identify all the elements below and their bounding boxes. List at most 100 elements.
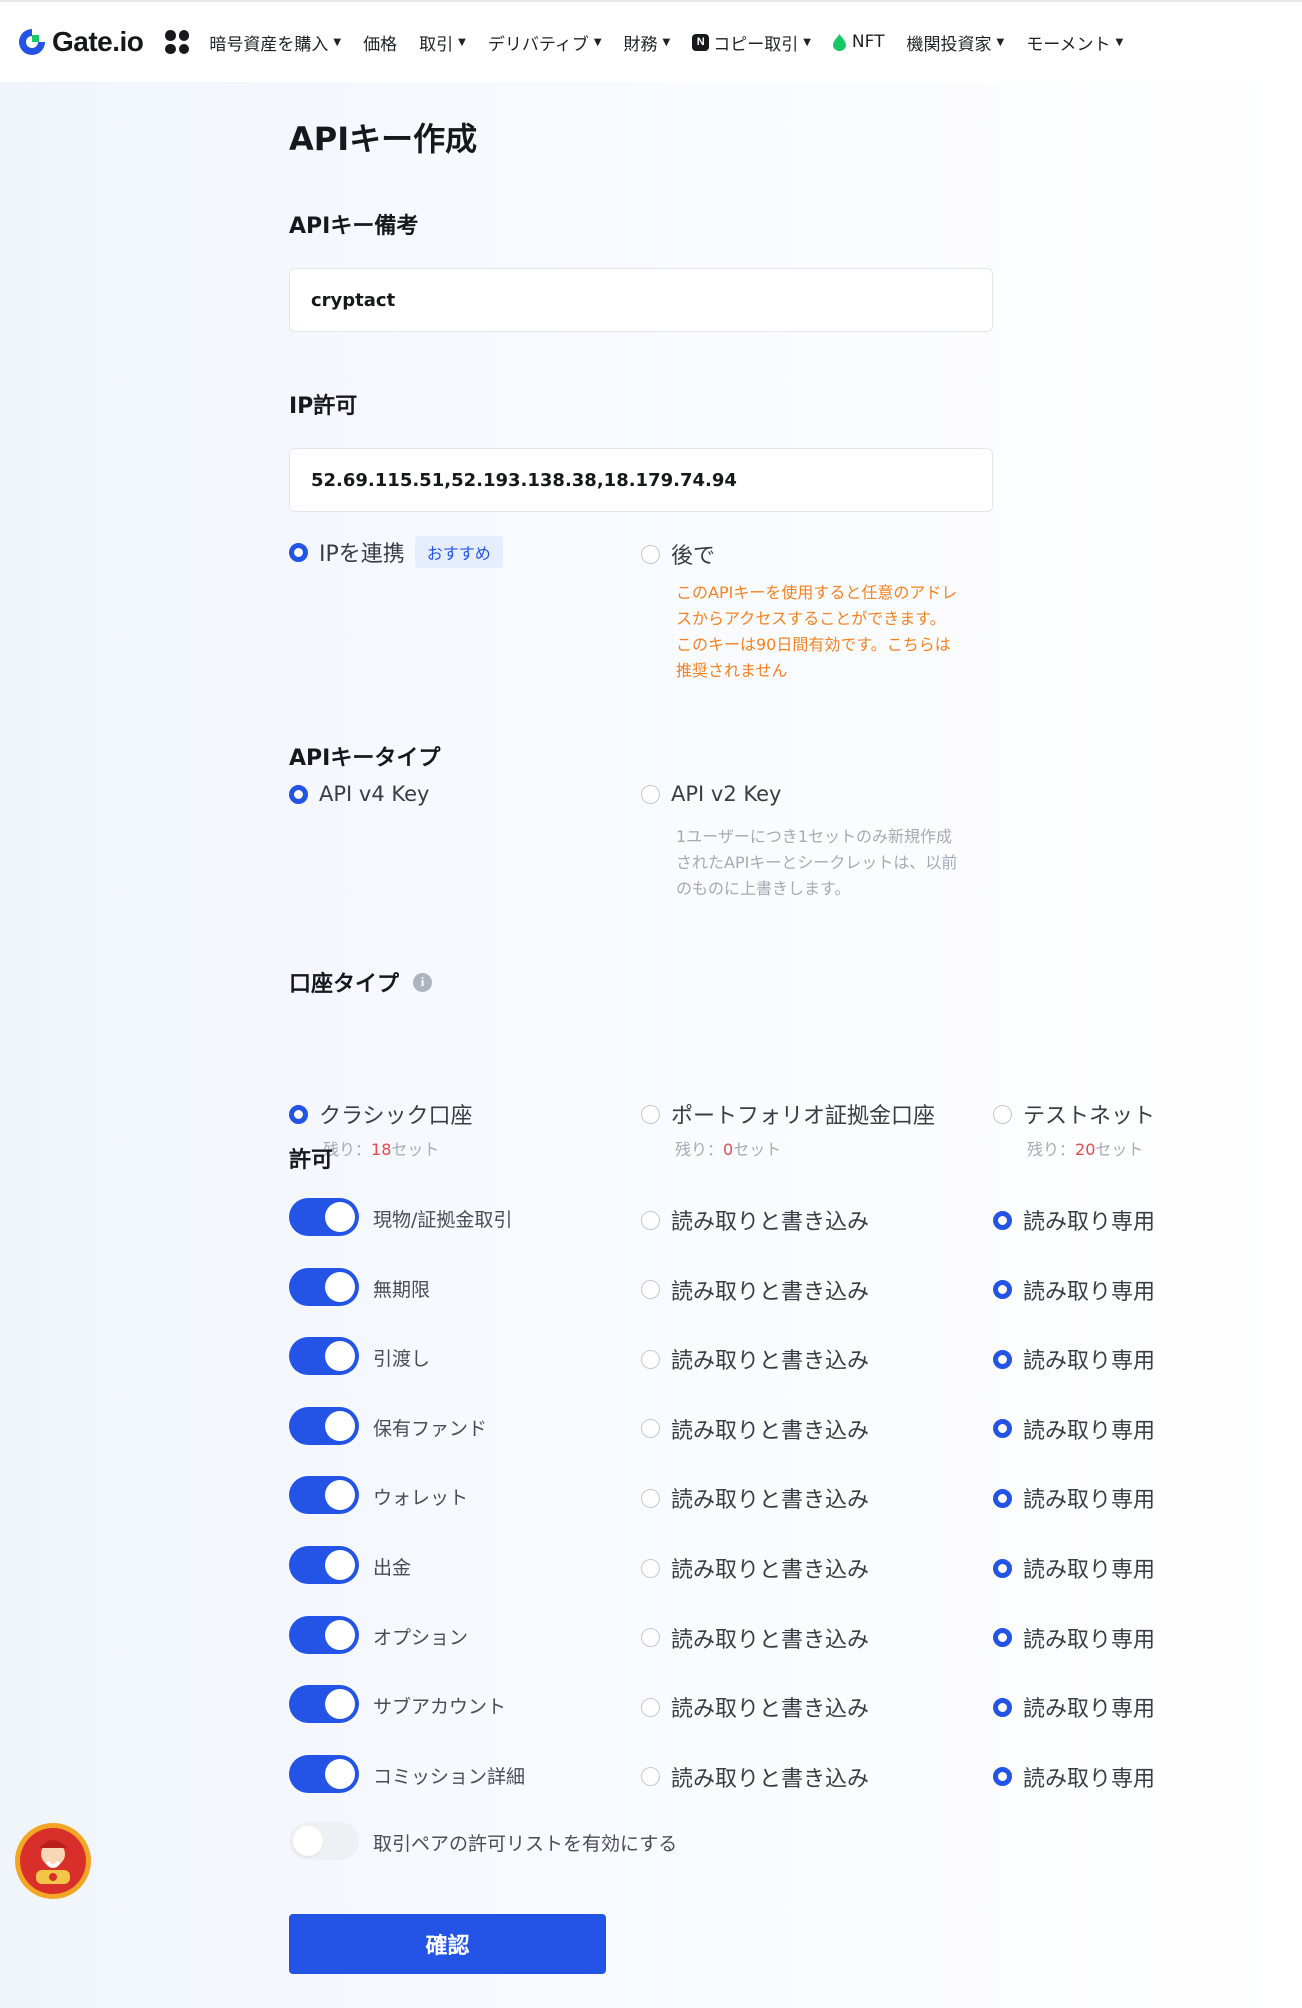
radio-selected-icon bbox=[993, 1697, 1012, 1717]
toggle-knob bbox=[325, 1410, 355, 1441]
read-only-radio[interactable]: 読み取り専用 bbox=[993, 1761, 1155, 1793]
main-nav: 暗号資産を購入 ▼ 価格 取引 ▼ デリバティブ ▼ 財務 ▼ N コピー取引 ▼ NFT 機関投資家 ▼ モ… bbox=[209, 30, 1145, 55]
read-write-radio[interactable]: 読み取りと書き込み bbox=[641, 1204, 869, 1236]
ip-label: IP許可 bbox=[289, 394, 358, 419]
warning-line: このキーは90日間有効です。こちらは bbox=[676, 635, 951, 654]
permission-row: オプション 読み取りと書き込み 読み取り専用 bbox=[289, 1615, 1289, 1654]
radio-selected-icon bbox=[993, 1210, 1012, 1230]
account-type-label: 口座タイプ i bbox=[289, 966, 433, 998]
radio-selected-icon bbox=[289, 1104, 308, 1124]
permission-label: コミッション詳細 bbox=[373, 1765, 526, 1788]
ip-later-radio[interactable]: 後で bbox=[641, 538, 715, 570]
ip-input[interactable] bbox=[311, 469, 971, 491]
read-write-label: 読み取りと書き込み bbox=[671, 1279, 870, 1305]
read-only-radio[interactable]: 読み取り専用 bbox=[993, 1691, 1155, 1723]
permission-row: 無期限 読み取りと書き込み 読み取り専用 bbox=[289, 1267, 1289, 1306]
permission-toggle[interactable] bbox=[289, 1406, 359, 1445]
api-v4-radio[interactable]: API v4 Key bbox=[289, 782, 429, 806]
nav-item-moments[interactable]: モーメント ▼ bbox=[1026, 30, 1123, 55]
permission-toggle[interactable] bbox=[289, 1685, 359, 1724]
permission-toggle[interactable] bbox=[289, 1754, 359, 1793]
permission-toggle[interactable] bbox=[289, 1615, 359, 1654]
radio-unselected-icon bbox=[641, 784, 660, 804]
account-type-radio-testnet[interactable]: テストネット bbox=[993, 1098, 1155, 1130]
read-write-radio[interactable]: 読み取りと書き込み bbox=[641, 1691, 869, 1723]
nav-item-copy-trading[interactable]: N コピー取引 ▼ bbox=[692, 30, 811, 55]
nav-item-finance[interactable]: 財務 ▼ bbox=[624, 30, 671, 55]
warning-line: 推奨されません bbox=[676, 661, 788, 680]
note-line: されたAPIキーとシークレットは、以前 bbox=[676, 853, 958, 872]
read-only-radio[interactable]: 読み取り専用 bbox=[993, 1204, 1155, 1236]
note-line: 1ユーザーにつき1セットのみ新規作成 bbox=[676, 827, 953, 846]
permission-toggle[interactable] bbox=[289, 1198, 359, 1236]
radio-unselected-icon bbox=[641, 1558, 660, 1578]
read-write-radio[interactable]: 読み取りと書き込み bbox=[641, 1761, 869, 1793]
nav-item-label: 機関投資家 bbox=[906, 34, 992, 55]
ip-bind-radio[interactable]: IPを連携 おすすめ bbox=[289, 536, 503, 568]
read-write-radio[interactable]: 読み取りと書き込み bbox=[641, 1622, 869, 1654]
read-only-radio[interactable]: 読み取り専用 bbox=[993, 1274, 1155, 1306]
remaining-sets: 残り：0セット bbox=[675, 1136, 781, 1160]
confirm-button[interactable]: 確認 bbox=[289, 1914, 606, 1974]
read-write-radio[interactable]: 読み取りと書き込み bbox=[641, 1274, 869, 1306]
api-v2-radio[interactable]: API v2 Key bbox=[641, 782, 781, 806]
nav-item-label: 取引 bbox=[419, 34, 454, 55]
toggle-knob bbox=[325, 1550, 355, 1580]
read-write-radio[interactable]: 読み取りと書き込み bbox=[641, 1552, 869, 1584]
read-only-label: 読み取り専用 bbox=[1023, 1488, 1156, 1514]
read-write-label: 読み取りと書き込み bbox=[671, 1627, 870, 1653]
radio-selected-icon bbox=[993, 1280, 1012, 1300]
permission-label: 無期限 bbox=[373, 1278, 431, 1301]
read-only-radio[interactable]: 読み取り専用 bbox=[993, 1552, 1155, 1584]
read-only-label: 読み取り専用 bbox=[1023, 1627, 1156, 1653]
nav-item-buy-crypto[interactable]: 暗号資産を購入 ▼ bbox=[209, 30, 341, 55]
permission-toggle[interactable] bbox=[289, 1267, 359, 1306]
read-only-label: 読み取り専用 bbox=[1023, 1279, 1156, 1305]
radio-unselected-icon bbox=[641, 544, 660, 564]
nav-item-prices[interactable]: 価格 bbox=[363, 30, 397, 55]
info-icon[interactable]: i bbox=[413, 972, 433, 992]
toggle-knob bbox=[293, 1826, 323, 1856]
permissions-label: 許可 bbox=[289, 1148, 334, 1173]
toggle-knob bbox=[325, 1341, 355, 1372]
whitelist-toggle[interactable] bbox=[289, 1822, 359, 1860]
remark-field-box bbox=[289, 268, 993, 332]
mascot-badge-icon[interactable] bbox=[14, 1822, 92, 1900]
radio-selected-icon bbox=[289, 542, 308, 562]
nav-item-trade[interactable]: 取引 ▼ bbox=[419, 30, 466, 55]
radio-selected-icon bbox=[993, 1419, 1012, 1439]
account-type-radio-classic[interactable]: クラシック口座 bbox=[289, 1098, 473, 1130]
permission-toggle[interactable] bbox=[289, 1476, 359, 1515]
gate-logo[interactable]: Gate.io bbox=[16, 26, 144, 58]
read-only-radio[interactable]: 読み取り専用 bbox=[993, 1482, 1155, 1514]
remark-input[interactable] bbox=[311, 289, 971, 311]
read-write-label: 読み取りと書き込み bbox=[671, 1488, 870, 1514]
read-write-radio[interactable]: 読み取りと書き込み bbox=[641, 1413, 869, 1445]
nav-item-nft[interactable]: NFT bbox=[832, 32, 885, 52]
remaining-count: 20 bbox=[1075, 1140, 1096, 1159]
permission-toggle[interactable] bbox=[289, 1337, 359, 1376]
permission-toggle[interactable] bbox=[289, 1546, 359, 1584]
permission-label: 引渡し bbox=[373, 1348, 431, 1371]
permission-row: コミッション詳細 読み取りと書き込み 読み取り専用 bbox=[289, 1754, 1289, 1793]
nav-item-label: NFT bbox=[851, 32, 885, 52]
gate-logo-icon bbox=[19, 29, 45, 55]
radio-selected-icon bbox=[993, 1628, 1012, 1648]
read-only-label: 読み取り専用 bbox=[1023, 1558, 1156, 1583]
account-type-radio-portfolio-margin[interactable]: ポートフォリオ証拠金口座 bbox=[641, 1098, 935, 1130]
nav-item-derivatives[interactable]: デリバティブ ▼ bbox=[488, 30, 602, 55]
read-only-radio[interactable]: 読み取り専用 bbox=[993, 1622, 1155, 1654]
permission-row: 引渡し 読み取りと書き込み 読み取り専用 bbox=[289, 1337, 1289, 1376]
nav-item-institutional[interactable]: 機関投資家 ▼ bbox=[907, 30, 1005, 55]
top-navbar: Gate.io 暗号資産を購入 ▼ 価格 取引 ▼ デリバティブ ▼ 財務 ▼ N コピー取引 ▼ NF… bbox=[0, 0, 1302, 82]
radio-selected-icon bbox=[289, 784, 308, 804]
read-write-radio[interactable]: 読み取りと書き込み bbox=[641, 1343, 869, 1375]
read-write-radio[interactable]: 読み取りと書き込み bbox=[641, 1482, 869, 1514]
apps-grid-icon[interactable] bbox=[165, 30, 190, 54]
read-only-label: 読み取り専用 bbox=[1023, 1418, 1156, 1444]
read-only-radio[interactable]: 読み取り専用 bbox=[993, 1413, 1155, 1445]
read-write-label: 読み取りと書き込み bbox=[671, 1697, 870, 1723]
read-only-radio[interactable]: 読み取り専用 bbox=[993, 1343, 1155, 1375]
api-v2-label: API v2 Key bbox=[671, 782, 782, 806]
remaining-sets: 残り：18セット bbox=[323, 1136, 439, 1160]
